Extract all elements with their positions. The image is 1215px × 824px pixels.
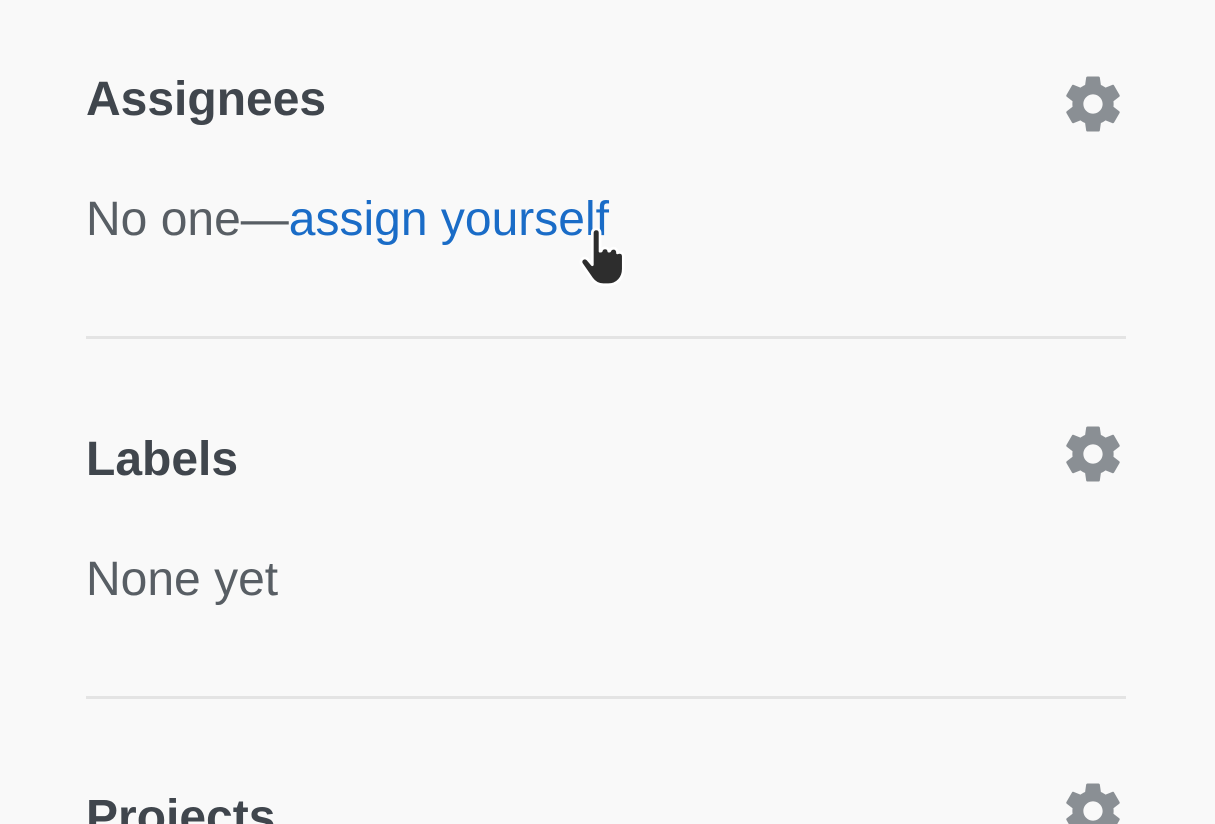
assignees-value: No one—assign yourself bbox=[86, 196, 609, 244]
assignees-settings-gear-icon[interactable] bbox=[1060, 71, 1126, 137]
gear-icon bbox=[1066, 783, 1120, 824]
labels-title: Labels bbox=[86, 433, 239, 486]
projects-title: Projects bbox=[86, 791, 276, 824]
assignees-empty-text: No one— bbox=[86, 193, 289, 246]
labels-section: Labels None yet bbox=[86, 426, 1126, 614]
projects-settings-gear-icon[interactable] bbox=[1060, 778, 1126, 824]
projects-section: Projects bbox=[86, 783, 1126, 824]
assignees-section: Assignees No one—assign yourself bbox=[86, 74, 1126, 254]
labels-empty-text: None yet bbox=[86, 553, 279, 606]
gear-icon bbox=[1066, 426, 1120, 482]
labels-settings-gear-icon[interactable] bbox=[1060, 421, 1126, 487]
assignees-title: Assignees bbox=[86, 73, 327, 126]
issue-sidebar: Assignees No one—assign yourself Labels … bbox=[0, 0, 1215, 824]
assign-yourself-link[interactable]: assign yourself bbox=[289, 193, 609, 246]
divider bbox=[86, 336, 1126, 339]
gear-icon bbox=[1066, 76, 1120, 132]
divider bbox=[86, 696, 1126, 699]
